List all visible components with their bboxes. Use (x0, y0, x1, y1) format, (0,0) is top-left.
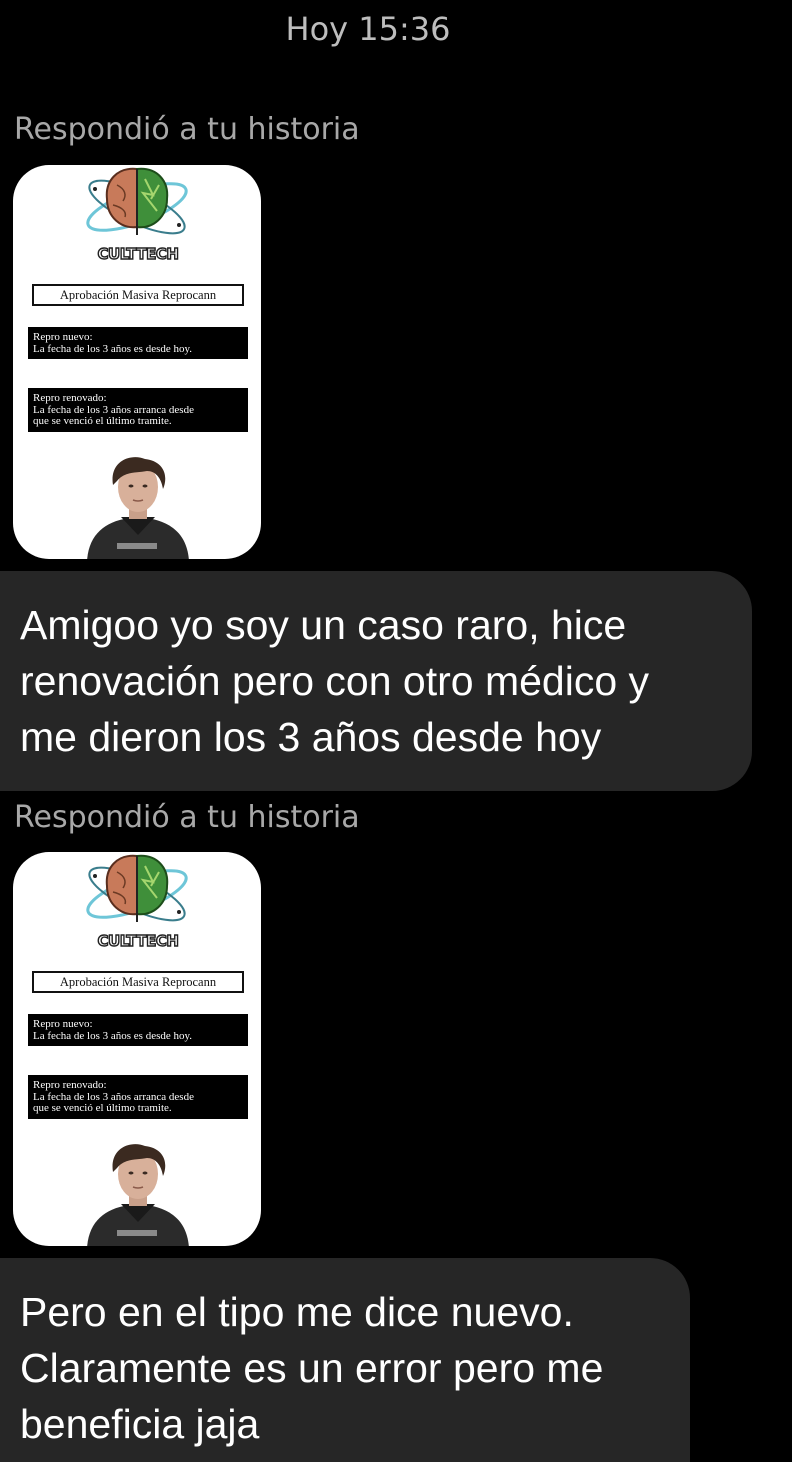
story-heading: Aprobación Masiva Reprocann (32, 284, 244, 306)
info-box-renewed: Repro renovado: La fecha de los 3 años a… (28, 388, 248, 432)
message-text-line: Pero en el tipo me dice nuevo. (20, 1289, 574, 1335)
timestamp: Hoy 15:36 (285, 10, 451, 48)
message-text-line: me dieron los 3 años desde hoy (20, 714, 602, 760)
person-photo (87, 1144, 189, 1246)
info-box-line: Repro nuevo: (33, 331, 93, 343)
person-photo (87, 457, 189, 559)
info-box-line: Repro nuevo: (33, 1018, 93, 1030)
story-thumbnail[interactable]: CULTTECH Aprobación Masiva Reprocann Rep… (13, 165, 261, 559)
info-box-line: que se venció el último tramite. (33, 415, 172, 427)
brain-logo-icon (86, 167, 188, 235)
message-text-line: Amigoo yo soy un caso raro, hice (20, 602, 627, 648)
info-box-line: Repro renovado: (33, 1079, 107, 1091)
info-box-line: que se venció el último tramite. (33, 1102, 172, 1114)
info-box-line: La fecha de los 3 años es desde hoy. (33, 1029, 193, 1042)
reply-label: Respondió a tu historia (14, 800, 360, 835)
message-text-line: Claramente es un error pero me (20, 1345, 604, 1391)
reply-label: Respondió a tu historia (14, 112, 360, 147)
message-text-line: renovación pero con otro médico y (20, 658, 650, 704)
info-box-new: Repro nuevo: La fecha de los 3 años es d… (28, 1014, 248, 1046)
info-box-line: Repro renovado: (33, 392, 107, 404)
brand-logo-text: CULTTECH (97, 244, 180, 263)
brand-logo-text: CULTTECH (97, 931, 180, 950)
story-heading: Aprobación Masiva Reprocann (32, 971, 244, 993)
info-box-renewed: Repro renovado: La fecha de los 3 años a… (28, 1075, 248, 1119)
message-bubble[interactable]: Pero en el tipo me dice nuevo. Clarament… (0, 1258, 690, 1462)
message-text-line: beneficia jaja (20, 1401, 260, 1447)
info-box-new: Repro nuevo: La fecha de los 3 años es d… (28, 327, 248, 359)
message-bubble[interactable]: Amigoo yo soy un caso raro, hice renovac… (0, 571, 752, 791)
brain-logo-icon (86, 854, 188, 922)
info-box-line: La fecha de los 3 años es desde hoy. (33, 342, 193, 355)
story-thumbnail[interactable]: CULTTECH Aprobación Masiva Reprocann Rep… (13, 852, 261, 1246)
